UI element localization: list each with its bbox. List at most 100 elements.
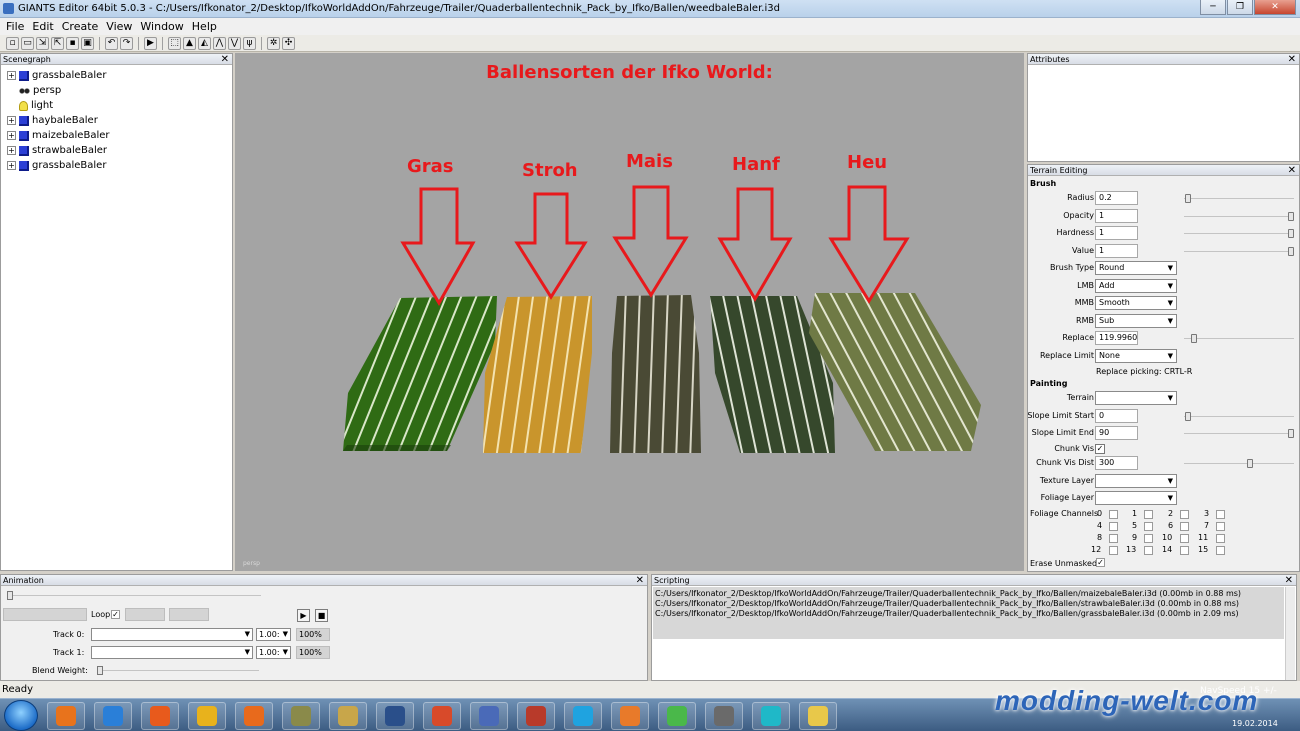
taskbar-app[interactable] xyxy=(611,702,649,730)
chunk-vis-checkbox[interactable]: ✓ xyxy=(1095,444,1105,454)
slider-handle[interactable] xyxy=(1191,334,1197,343)
track0-select[interactable] xyxy=(91,628,253,641)
channel-checkbox[interactable] xyxy=(1144,510,1153,519)
minimize-button[interactable]: ─ xyxy=(1200,0,1226,15)
hardness-slider[interactable] xyxy=(1184,229,1294,238)
chunk-vis-dist-input[interactable]: 300 xyxy=(1095,456,1138,470)
tree-item[interactable]: + grassbaleBaler xyxy=(1,68,232,83)
slope-start-slider[interactable] xyxy=(1184,412,1294,421)
save-all-icon[interactable]: ▣ xyxy=(81,36,94,50)
taskbar-app[interactable] xyxy=(188,702,226,730)
tree-item[interactable]: + grassbaleBaler xyxy=(1,158,232,173)
opacity-slider[interactable] xyxy=(1184,212,1294,221)
texture-layer-select[interactable] xyxy=(1095,474,1177,488)
tree-item[interactable]: + haybaleBaler xyxy=(1,113,232,128)
taskbar-app[interactable] xyxy=(235,702,273,730)
close-button[interactable]: ✕ xyxy=(1254,0,1296,15)
menu-view[interactable]: View xyxy=(103,18,135,35)
maximize-button[interactable]: ❐ xyxy=(1227,0,1253,15)
channel-checkbox[interactable] xyxy=(1144,534,1153,543)
expand-icon[interactable]: + xyxy=(7,146,16,155)
taskbar-app[interactable] xyxy=(329,702,367,730)
value-slider[interactable] xyxy=(1184,247,1294,256)
radius-input[interactable]: 0.2 xyxy=(1095,191,1138,205)
chunk-vis-dist-slider[interactable] xyxy=(1184,459,1294,468)
hardness-input[interactable]: 1 xyxy=(1095,226,1138,240)
terrain-paint-icon[interactable]: ◭ xyxy=(198,36,211,50)
channel-checkbox[interactable] xyxy=(1216,534,1225,543)
3d-viewport[interactable]: Ballensorten der Ifko World: Gras Stroh … xyxy=(235,53,1024,571)
channel-checkbox[interactable] xyxy=(1216,510,1225,519)
slider-handle[interactable] xyxy=(1288,429,1294,438)
channel-checkbox[interactable] xyxy=(1144,546,1153,555)
gizmo-icon[interactable]: ✣ xyxy=(282,36,295,50)
foliage-erase-icon[interactable]: ⋁ xyxy=(228,36,241,50)
expand-icon[interactable]: + xyxy=(7,116,16,125)
menu-create[interactable]: Create xyxy=(59,18,102,35)
menu-edit[interactable]: Edit xyxy=(29,18,56,35)
export-icon[interactable]: ⇱ xyxy=(51,36,64,50)
terrain-select[interactable] xyxy=(1095,391,1177,405)
undo-icon[interactable]: ↶ xyxy=(105,36,118,50)
slider-handle[interactable] xyxy=(1288,247,1294,256)
frame-field[interactable] xyxy=(3,608,87,621)
start-field[interactable] xyxy=(125,608,165,621)
channel-checkbox[interactable] xyxy=(1180,534,1189,543)
open-file-icon[interactable]: ▭ xyxy=(21,36,34,50)
play-icon[interactable]: ▶ xyxy=(144,36,157,50)
value-input[interactable]: 1 xyxy=(1095,244,1138,258)
tree-item[interactable]: + maizebaleBaler xyxy=(1,128,232,143)
terrain-sculpt-icon[interactable]: ▲ xyxy=(183,36,196,50)
taskbar-app[interactable] xyxy=(470,702,508,730)
taskbar-app[interactable] xyxy=(752,702,790,730)
tree-item[interactable]: persp xyxy=(1,83,232,98)
taskbar-app[interactable] xyxy=(282,702,320,730)
rmb-select[interactable]: Sub xyxy=(1095,314,1177,328)
channel-checkbox[interactable] xyxy=(1109,546,1118,555)
channel-checkbox[interactable] xyxy=(1216,546,1225,555)
expand-icon[interactable]: + xyxy=(7,71,16,80)
taskbar-app[interactable] xyxy=(517,702,555,730)
channel-checkbox[interactable] xyxy=(1180,546,1189,555)
expand-icon[interactable]: + xyxy=(7,131,16,140)
channel-checkbox[interactable] xyxy=(1180,522,1189,531)
slope-end-input[interactable]: 90 xyxy=(1095,426,1138,440)
replace-limit-select[interactable]: None xyxy=(1095,349,1177,363)
slope-end-slider[interactable] xyxy=(1184,429,1294,438)
tree-item[interactable]: + strawbaleBaler xyxy=(1,143,232,158)
slider-handle[interactable] xyxy=(1288,212,1294,221)
timeline-slider[interactable] xyxy=(7,591,261,600)
track1-speed-select[interactable]: 1.00: xyxy=(256,646,291,659)
channel-checkbox[interactable] xyxy=(1109,510,1118,519)
track0-weight[interactable]: 100% xyxy=(296,628,330,641)
channel-checkbox[interactable] xyxy=(1109,534,1118,543)
menu-window[interactable]: Window xyxy=(137,18,186,35)
track0-speed-select[interactable]: 1.00: xyxy=(256,628,291,641)
snap-icon[interactable]: ✲ xyxy=(267,36,280,50)
stop-button[interactable]: ■ xyxy=(315,609,328,622)
start-button[interactable] xyxy=(4,700,38,731)
slider-handle[interactable] xyxy=(1288,229,1294,238)
select-icon[interactable]: ⬚ xyxy=(168,36,181,50)
channel-checkbox[interactable] xyxy=(1144,522,1153,531)
track1-select[interactable] xyxy=(91,646,253,659)
menu-help[interactable]: Help xyxy=(189,18,220,35)
taskbar-app[interactable] xyxy=(94,702,132,730)
attributes-close-icon[interactable]: ✕ xyxy=(1288,54,1296,65)
redo-icon[interactable]: ↷ xyxy=(120,36,133,50)
scenegraph-close-icon[interactable]: ✕ xyxy=(221,54,229,65)
channel-checkbox[interactable] xyxy=(1109,522,1118,531)
lmb-select[interactable]: Add xyxy=(1095,279,1177,293)
taskbar-app[interactable] xyxy=(658,702,696,730)
slider-handle[interactable] xyxy=(1247,459,1253,468)
slider-handle[interactable] xyxy=(7,591,13,600)
foliage-layer-select[interactable] xyxy=(1095,491,1177,505)
slider-handle[interactable] xyxy=(1185,194,1191,203)
taskbar-app[interactable] xyxy=(799,702,837,730)
slider-handle[interactable] xyxy=(1185,412,1191,421)
terrain-close-icon[interactable]: ✕ xyxy=(1288,165,1296,176)
expand-icon[interactable]: + xyxy=(7,161,16,170)
scripting-close-icon[interactable]: ✕ xyxy=(1285,575,1293,586)
brush-type-select[interactable]: Round xyxy=(1095,261,1177,275)
replace-slider[interactable] xyxy=(1184,334,1294,343)
